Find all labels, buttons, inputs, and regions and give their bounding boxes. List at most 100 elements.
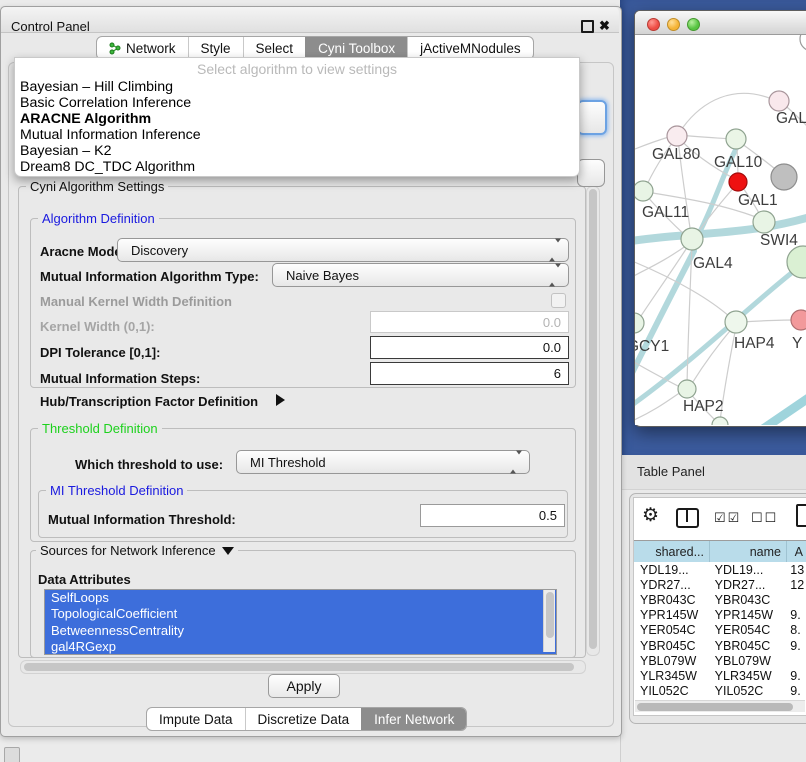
table-hscroll-thumb[interactable] — [637, 703, 793, 711]
node-gal[interactable] — [769, 91, 789, 111]
which-threshold-combobox[interactable]: MI Threshold — [236, 450, 530, 474]
table-cell: YIL052C — [709, 684, 785, 699]
settings-vertical-scrollbar[interactable] — [586, 186, 600, 656]
expand-arrow-icon[interactable] — [276, 394, 285, 406]
manual-kernel-label: Manual Kernel Width Definition — [40, 294, 232, 309]
kernel-width-field[interactable]: 0.0 — [370, 311, 569, 333]
manual-kernel-checkbox[interactable] — [551, 293, 566, 308]
node-hap2[interactable] — [678, 380, 696, 398]
taskbar-mini-icon[interactable] — [4, 747, 20, 762]
file-icon[interactable] — [796, 504, 806, 527]
aracne-mode-combobox[interactable]: Discovery — [117, 238, 569, 262]
node-gal10[interactable] — [726, 129, 746, 149]
column-header[interactable]: A — [787, 541, 806, 563]
node-gal1[interactable] — [729, 173, 747, 191]
algorithm-option[interactable]: Bayesian – Hill Climbing — [20, 79, 574, 95]
cyni-settings-title: Cyni Algorithm Settings — [26, 179, 168, 194]
table-cell — [784, 653, 806, 668]
hidden-combobox[interactable] — [577, 159, 605, 187]
table-cell: 9. — [784, 668, 806, 683]
hidden-focused-combobox[interactable] — [577, 100, 607, 135]
table-cell: 8. — [784, 623, 806, 638]
data-attribute-item[interactable]: SelfLoops — [45, 590, 556, 606]
node[interactable] — [712, 417, 728, 425]
table-cell: YBR043C — [709, 592, 785, 607]
table-row[interactable]: YBR045CYBR045C9. — [634, 638, 806, 653]
node-gal11[interactable] — [635, 181, 653, 201]
algorithm-option[interactable]: Basic Correlation Inference — [20, 95, 574, 111]
table-row[interactable]: YER054CYER054C8. — [634, 623, 806, 638]
table-body[interactable]: YDL19...YDL19...13YDR27...YDR27...12YBR0… — [634, 562, 806, 698]
node[interactable] — [771, 164, 797, 190]
mi-type-combobox[interactable]: Naive Bayes — [272, 263, 569, 287]
mi-type-label: Mutual Information Algorithm Type: — [40, 269, 259, 284]
gear-icon[interactable]: ⚙ — [642, 506, 659, 525]
network-canvas[interactable]: GALGAL80GAL10GAL1SWI4GAL11GAL4GCY1HAP4YH… — [635, 35, 806, 425]
mi-steps-field[interactable]: 6 — [370, 362, 569, 385]
node-y[interactable] — [791, 310, 806, 330]
network-window-titlebar[interactable] — [635, 11, 806, 35]
close-icon[interactable]: ✖ — [599, 18, 610, 34]
attributes-scroll-thumb[interactable] — [546, 592, 554, 638]
collapse-arrow-icon[interactable] — [222, 547, 234, 555]
column-header[interactable]: shared... — [634, 541, 710, 563]
node-swi4[interactable] — [753, 211, 775, 233]
table-row[interactable]: YPR145WYPR145W9. — [634, 608, 806, 623]
table-row[interactable]: YIL052CYIL052C9. — [634, 684, 806, 699]
algorithm-definition-title: Algorithm Definition — [38, 211, 159, 226]
deselect-all-checkboxes-icon[interactable]: ☐☐ — [751, 510, 778, 526]
zoom-traffic-light[interactable] — [687, 18, 700, 31]
tab-cyni-toolbox[interactable]: Cyni Toolbox — [305, 37, 407, 59]
dpi-tolerance-field[interactable]: 0.0 — [370, 336, 569, 359]
node[interactable] — [800, 35, 806, 51]
tab-label: Style — [201, 41, 231, 56]
float-window-icon[interactable] — [581, 20, 594, 33]
data-attributes-list[interactable]: SelfLoopsTopologicalCoefficientBetweenne… — [44, 589, 557, 655]
mi-type-value: Naive Bayes — [286, 268, 359, 283]
column-header[interactable]: name — [710, 541, 787, 563]
which-threshold-label: Which threshold to use: — [75, 457, 223, 472]
tab-network[interactable]: Network — [97, 37, 188, 59]
table-row[interactable]: YDL19...YDL19...13 — [634, 562, 806, 577]
tab-jactivemnodules[interactable]: jActiveMNodules — [407, 37, 533, 59]
data-attribute-item[interactable]: TopologicalCoefficient — [45, 606, 556, 622]
node-label: Y — [792, 335, 802, 352]
table-row[interactable]: YDR27...YDR27...12 — [634, 577, 806, 592]
node-gcy1[interactable] — [635, 313, 644, 333]
table-cell: YBR045C — [709, 638, 785, 653]
hub-definition-label: Hub/Transcription Factor Definition — [40, 394, 258, 409]
settings-vscroll-thumb[interactable] — [589, 189, 597, 649]
algorithm-option[interactable]: ARACNE Algorithm — [20, 111, 574, 127]
algorithm-option[interactable]: Bayesian – K2 — [20, 143, 574, 159]
tab-select[interactable]: Select — [243, 37, 306, 59]
data-attribute-item[interactable]: BetweennessCentrality — [45, 623, 556, 639]
mi-threshold-field[interactable]: 0.5 — [420, 504, 565, 527]
table-row[interactable]: YLR345WYLR345W9. — [634, 668, 806, 683]
table-cell: 9. — [784, 608, 806, 623]
select-all-checkboxes-icon[interactable]: ☑☑ — [714, 510, 741, 526]
algorithm-option[interactable]: Dream8 DC_TDC Algorithm — [20, 159, 574, 175]
apply-button[interactable]: Apply — [268, 674, 340, 698]
table-horizontal-scrollbar[interactable] — [635, 700, 805, 712]
algorithm-option[interactable]: Mutual Information Inference — [20, 127, 574, 143]
bottom-tab-infer-network[interactable]: Infer Network — [361, 708, 466, 730]
tab-style[interactable]: Style — [188, 37, 243, 59]
dpi-tolerance-label: DPI Tolerance [0,1]: — [40, 345, 160, 360]
node-gal80[interactable] — [667, 126, 687, 146]
node-hap4[interactable] — [725, 311, 747, 333]
settings-hscroll-thumb[interactable] — [24, 663, 574, 671]
bottom-tab-discretize-data[interactable]: Discretize Data — [245, 708, 362, 730]
node-gal4[interactable] — [681, 228, 703, 250]
columns-icon[interactable] — [676, 508, 699, 528]
table-row[interactable]: YBR043CYBR043C — [634, 592, 806, 607]
threshold-definition-title: Threshold Definition — [38, 421, 162, 436]
tab-label: Cyni Toolbox — [318, 41, 395, 56]
bottom-tab-impute-data[interactable]: Impute Data — [147, 708, 245, 730]
table-row[interactable]: YBL079WYBL079W — [634, 653, 806, 668]
minimize-traffic-light[interactable] — [667, 18, 680, 31]
attributes-list-scrollbar[interactable] — [543, 590, 555, 652]
settings-horizontal-scrollbar[interactable] — [20, 660, 586, 674]
data-attribute-item[interactable]: gal4RGexp — [45, 639, 556, 655]
combo-arrows-icon — [510, 455, 522, 470]
close-traffic-light[interactable] — [647, 18, 660, 31]
